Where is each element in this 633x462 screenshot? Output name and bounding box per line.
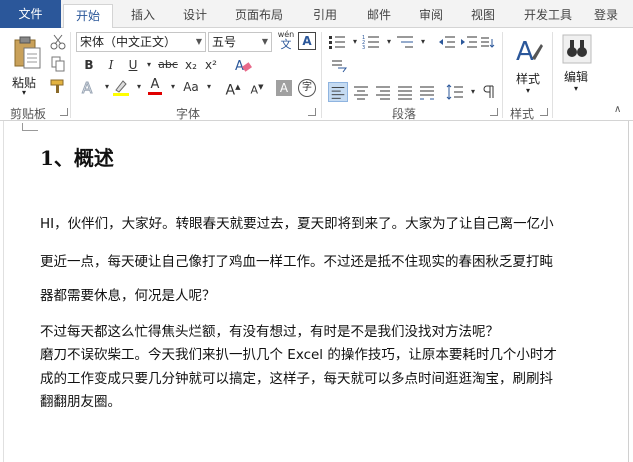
tab-file[interactable]: 文件 xyxy=(0,0,61,28)
paragraph-line[interactable]: 不过每天都这么忙得焦头烂额，有没有想过，有时是不是我们没找对方法呢？ xyxy=(40,320,620,340)
paragraph-line[interactable]: 磨刀不误砍柴工。今天我们来扒一扒几个 Excel 的操作技巧，让原本要耗时几个小… xyxy=(40,343,620,363)
grow-font-letter: A xyxy=(225,82,236,99)
tab-references[interactable]: 引用 xyxy=(300,4,350,28)
chevron-down-icon: ▾ xyxy=(526,86,531,95)
svg-text:A: A xyxy=(516,37,534,66)
paragraph-line[interactable]: 器都需要休息，何况是人呢？ xyxy=(40,284,620,304)
styles-launcher-icon[interactable] xyxy=(540,108,548,116)
shrink-font-letter: A xyxy=(250,83,259,97)
text-effects-icon[interactable]: A xyxy=(80,78,98,97)
format-painter-icon[interactable] xyxy=(50,78,66,94)
ribbon-tab-bar: 文件 开始 插入 设计 页面布局 引用 邮件 审阅 视图 开发工具 登录 xyxy=(0,0,633,29)
change-case-button[interactable]: Aa xyxy=(180,78,202,96)
cut-icon[interactable] xyxy=(50,34,66,50)
font-color-button[interactable]: A xyxy=(146,78,164,96)
show-hide-marks-icon[interactable] xyxy=(480,84,496,100)
collapse-ribbon-icon[interactable]: ∧ xyxy=(614,104,621,115)
font-family-select[interactable]: 宋体（中文正文） ▼ xyxy=(76,32,206,52)
tab-design[interactable]: 设计 xyxy=(170,4,220,28)
paste-button[interactable]: 粘贴 ▾ xyxy=(8,34,46,97)
justify-icon[interactable] xyxy=(396,83,414,101)
multilevel-list-icon[interactable] xyxy=(396,34,414,50)
svg-text:A: A xyxy=(82,79,93,96)
paste-dropdown-icon: ▾ xyxy=(22,88,27,97)
styles-label: 样式 xyxy=(516,72,541,86)
ribbon: 粘贴 ▾ 剪贴板 宋体（中文正文） ▼ 五号 ▼ wén 文 A B I U ▾… xyxy=(0,28,633,121)
group-separator xyxy=(321,32,322,118)
svg-text:3: 3 xyxy=(362,45,365,50)
character-border-button[interactable]: A xyxy=(298,32,316,50)
paste-icon xyxy=(14,36,41,69)
chevron-down-icon[interactable]: ▾ xyxy=(414,33,432,51)
page-edge xyxy=(3,121,4,462)
styles-button[interactable]: A 样式 ▾ xyxy=(508,32,550,98)
tab-view[interactable]: 视图 xyxy=(458,4,508,28)
increase-indent-icon[interactable] xyxy=(460,34,478,50)
chevron-down-icon: ▾ xyxy=(574,84,579,93)
enclose-characters-button[interactable]: 字 xyxy=(298,79,316,97)
clipboard-group-label: 剪贴板 xyxy=(10,107,47,121)
chinese-layout-icon[interactable] xyxy=(330,58,348,74)
shrink-font-button[interactable]: A▼ xyxy=(248,78,266,97)
styles-icon: A xyxy=(516,37,543,66)
bold-button[interactable]: B xyxy=(80,56,98,74)
clear-formatting-icon[interactable]: A xyxy=(234,56,252,74)
paragraph-line[interactable]: 更近一点，每天硬让自己像打了鸡血一样工作。不过还是抵不住现实的春困秋乏夏打盹 xyxy=(40,250,620,270)
italic-button[interactable]: I xyxy=(102,56,120,74)
chevron-down-icon[interactable]: ▾ xyxy=(200,78,218,96)
bullets-icon[interactable] xyxy=(328,34,346,50)
strikethrough-button[interactable]: abc xyxy=(156,56,180,74)
align-left-icon[interactable] xyxy=(328,82,348,102)
paragraph-line[interactable]: 翻翻朋友圈。 xyxy=(40,390,620,410)
paragraph-launcher-icon[interactable] xyxy=(490,108,498,116)
copy-icon[interactable] xyxy=(50,56,66,72)
phonetic-guide-char: 文 xyxy=(280,38,292,51)
page-edge xyxy=(628,121,629,462)
numbering-icon[interactable]: 123 xyxy=(362,34,380,50)
font-color-bar xyxy=(148,92,162,95)
document-heading[interactable]: 1、概述 xyxy=(40,142,114,171)
font-family-value: 宋体（中文正文） xyxy=(80,35,177,49)
binoculars-icon xyxy=(562,34,592,64)
tab-mailings[interactable]: 邮件 xyxy=(354,4,404,28)
tab-home[interactable]: 开始 xyxy=(63,4,113,29)
group-separator xyxy=(70,32,71,118)
highlight-color-icon[interactable] xyxy=(112,78,130,96)
phonetic-guide-button[interactable]: wén 文 xyxy=(276,30,296,52)
editing-label: 编辑 xyxy=(564,70,589,84)
paragraph-line[interactable]: HI，伙伴们，大家好。转眼春天就要过去，夏天即将到来了。大家为了让自己离一亿小 xyxy=(40,212,620,232)
margin-corner-mark xyxy=(22,123,38,131)
chevron-down-icon: ▼ xyxy=(195,37,202,46)
tab-layout[interactable]: 页面布局 xyxy=(226,4,292,28)
shading-bucket-icon[interactable] xyxy=(478,36,496,50)
paragraph-group-label: 段落 xyxy=(392,107,417,121)
tab-review[interactable]: 审阅 xyxy=(406,4,456,28)
chevron-down-icon: ▼ xyxy=(261,37,268,46)
clipboard-launcher-icon[interactable] xyxy=(60,108,68,116)
paragraph-line[interactable]: 成的工作变成只要几分钟就可以搞定，这样子，每天就可以多点时间逛逛淘宝，刷刷抖 xyxy=(40,367,620,387)
font-group-label: 字体 xyxy=(176,107,201,121)
font-color-letter: A xyxy=(150,77,160,92)
decrease-indent-icon[interactable] xyxy=(438,34,456,50)
tab-developer[interactable]: 开发工具 xyxy=(515,4,581,28)
align-center-icon[interactable] xyxy=(352,83,370,101)
group-separator xyxy=(502,32,503,118)
distributed-icon[interactable] xyxy=(418,83,436,101)
styles-group-label: 样式 xyxy=(510,107,535,121)
superscript-button[interactable]: x² xyxy=(202,56,220,74)
group-separator xyxy=(552,32,553,118)
line-spacing-icon[interactable] xyxy=(446,83,464,101)
character-shading-button[interactable]: A xyxy=(276,80,292,96)
font-size-select[interactable]: 五号 ▼ xyxy=(208,32,272,52)
font-size-value: 五号 xyxy=(212,35,237,49)
font-launcher-icon[interactable] xyxy=(308,108,316,116)
align-right-icon[interactable] xyxy=(374,83,392,101)
grow-font-button[interactable]: A▲ xyxy=(224,78,242,99)
subscript-button[interactable]: x₂ xyxy=(182,56,200,74)
editing-button[interactable]: 编辑 ▾ xyxy=(558,32,598,98)
tab-insert[interactable]: 插入 xyxy=(118,4,168,28)
tab-signin[interactable]: 登录 xyxy=(594,4,633,28)
document-canvas[interactable]: 1、概述 HI，伙伴们，大家好。转眼春天就要过去，夏天即将到来了。大家为了让自己… xyxy=(0,121,633,462)
